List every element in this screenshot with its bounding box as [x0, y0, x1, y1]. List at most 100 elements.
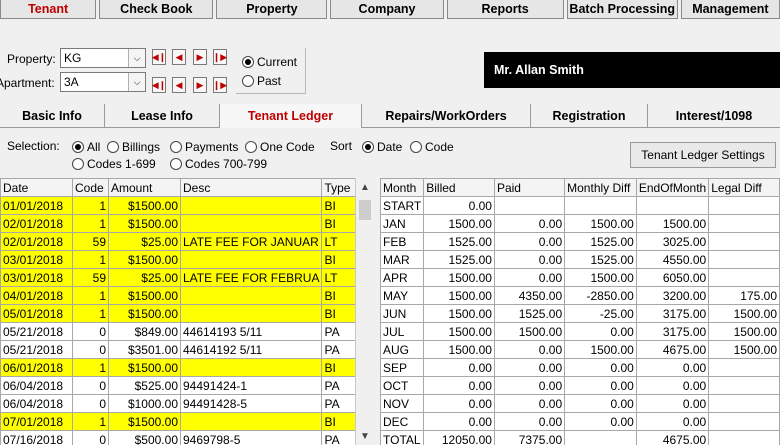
monthly-cell-diff[interactable]: 0.00: [564, 322, 637, 341]
monthly-cell-paid[interactable]: 1500.00: [493, 322, 566, 341]
monthly-cell-legal[interactable]: 175.00: [708, 286, 780, 305]
monthly-cell-paid[interactable]: 0.00: [493, 232, 566, 251]
ledger-row[interactable]: 06/04/2018 0 $1000.00 94491428-5 PA: [0, 394, 361, 413]
first-record-icon[interactable]: ◀❙: [152, 77, 166, 93]
ledger-cell-amount[interactable]: $1500.00: [108, 196, 181, 215]
prev-record-icon[interactable]: ◀: [172, 77, 186, 93]
ledger-cell-code[interactable]: 1: [72, 304, 109, 323]
ledger-cell-code[interactable]: 0: [72, 394, 109, 413]
monthly-cell-billed[interactable]: 1500.00: [423, 340, 495, 359]
ledger-cell-amount[interactable]: $1500.00: [108, 304, 181, 323]
monthly-cell-eom[interactable]: 0.00: [635, 394, 710, 413]
monthly-cell-diff[interactable]: 1500.00: [564, 340, 637, 359]
monthly-cell-paid[interactable]: 0.00: [493, 412, 566, 431]
col-month[interactable]: Month: [379, 178, 425, 197]
ledger-cell-desc[interactable]: LATE FEE FOR FEBRUA: [179, 268, 323, 287]
monthly-cell-eom[interactable]: 4675.00: [635, 430, 710, 445]
monthly-cell-billed[interactable]: 12050.00: [423, 430, 495, 445]
monthly-row[interactable]: DEC 0.00 0.00 0.00 0.00: [379, 412, 780, 431]
monthly-cell-legal[interactable]: [708, 430, 780, 445]
ledger-cell-date[interactable]: 05/21/2018: [0, 322, 73, 341]
monthly-row[interactable]: JAN 1500.00 0.00 1500.00 1500.00: [379, 214, 780, 233]
ledger-cell-date[interactable]: 06/01/2018: [0, 358, 73, 377]
tab-repairs-workorders[interactable]: Repairs/WorkOrders: [362, 104, 531, 128]
monthly-cell-diff[interactable]: [564, 196, 637, 215]
menu-tenant[interactable]: Tenant: [0, 0, 97, 19]
monthly-cell-eom[interactable]: 0.00: [635, 412, 710, 431]
monthly-cell-eom[interactable]: 1500.00: [635, 214, 710, 233]
last-record-icon[interactable]: ❙▶: [213, 77, 227, 93]
ledger-row[interactable]: 04/01/2018 1 $1500.00 BI: [0, 286, 361, 305]
monthly-cell-month[interactable]: AUG: [379, 340, 425, 359]
ledger-cell-desc[interactable]: [179, 412, 323, 431]
ledger-cell-desc[interactable]: 9469798-5: [179, 430, 323, 445]
monthly-cell-month[interactable]: MAR: [379, 250, 425, 269]
monthly-cell-eom[interactable]: 0.00: [635, 358, 710, 377]
prev-record-icon[interactable]: ◀: [172, 49, 186, 65]
monthly-cell-paid[interactable]: 0.00: [493, 376, 566, 395]
monthly-cell-paid[interactable]: 1525.00: [493, 304, 566, 323]
monthly-cell-billed[interactable]: 1525.00: [423, 232, 495, 251]
ledger-cell-date[interactable]: 02/01/2018: [0, 214, 73, 233]
ledger-cell-date[interactable]: 03/01/2018: [0, 250, 73, 269]
monthly-cell-paid[interactable]: 4350.00: [493, 286, 566, 305]
ledger-row[interactable]: 03/01/2018 1 $1500.00 BI: [0, 250, 361, 269]
monthly-cell-month[interactable]: JUL: [379, 322, 425, 341]
monthly-cell-paid[interactable]: 0.00: [493, 340, 566, 359]
ledger-scrollbar[interactable]: ▲ ▼: [355, 178, 374, 445]
sort-code-radio[interactable]: Code: [410, 140, 454, 154]
ledger-cell-amount[interactable]: $1000.00: [108, 394, 181, 413]
monthly-cell-diff[interactable]: -2850.00: [564, 286, 637, 305]
ledger-cell-amount[interactable]: $1500.00: [108, 412, 181, 431]
monthly-row[interactable]: JUN 1500.00 1525.00 -25.00 3175.00 1500.00: [379, 304, 780, 323]
monthly-cell-billed[interactable]: 0.00: [423, 358, 495, 377]
ledger-cell-desc[interactable]: [179, 196, 323, 215]
monthly-row[interactable]: FEB 1525.00 0.00 1525.00 3025.00: [379, 232, 780, 251]
ledger-cell-desc[interactable]: [179, 214, 323, 233]
monthly-cell-eom[interactable]: 4675.00: [635, 340, 710, 359]
last-record-icon[interactable]: ❙▶: [213, 49, 227, 65]
ledger-cell-code[interactable]: 1: [72, 358, 109, 377]
monthly-cell-billed[interactable]: 0.00: [423, 196, 495, 215]
ledger-cell-amount[interactable]: $25.00: [108, 268, 181, 287]
sel-codes-1-699-radio[interactable]: Codes 1-699: [72, 157, 156, 171]
monthly-cell-paid[interactable]: 0.00: [493, 358, 566, 377]
monthly-row[interactable]: NOV 0.00 0.00 0.00 0.00: [379, 394, 780, 413]
monthly-cell-paid[interactable]: [493, 196, 566, 215]
tab-registration[interactable]: Registration: [531, 104, 648, 128]
monthly-cell-month[interactable]: OCT: [379, 376, 425, 395]
ledger-cell-code[interactable]: 0: [72, 322, 109, 341]
ledger-row[interactable]: 06/01/2018 1 $1500.00 BI: [0, 358, 361, 377]
monthly-cell-eom[interactable]: 4550.00: [635, 250, 710, 269]
ledger-cell-amount[interactable]: $3501.00: [108, 340, 181, 359]
ledger-cell-code[interactable]: 0: [72, 376, 109, 395]
monthly-cell-legal[interactable]: 1500.00: [708, 304, 780, 323]
ledger-cell-code[interactable]: 1: [72, 214, 109, 233]
ledger-row[interactable]: 05/21/2018 0 $849.00 44614193 5/11 PA: [0, 322, 361, 341]
sel-all-radio[interactable]: All: [72, 140, 100, 154]
tab-basic-info[interactable]: Basic Info: [0, 104, 105, 128]
monthly-cell-month[interactable]: MAY: [379, 286, 425, 305]
monthly-cell-diff[interactable]: 1525.00: [564, 250, 637, 269]
ledger-row[interactable]: 07/01/2018 1 $1500.00 BI: [0, 412, 361, 431]
monthly-cell-legal[interactable]: [708, 250, 780, 269]
monthly-cell-diff[interactable]: 1500.00: [564, 268, 637, 287]
sel-one-code-radio[interactable]: One Code: [245, 140, 315, 154]
sort-date-radio[interactable]: Date: [362, 140, 402, 154]
monthly-cell-billed[interactable]: 1500.00: [423, 322, 495, 341]
menu-management[interactable]: Management: [680, 0, 780, 19]
ledger-row[interactable]: 02/01/2018 1 $1500.00 BI: [0, 214, 361, 233]
monthly-cell-eom[interactable]: [635, 196, 710, 215]
ledger-cell-date[interactable]: 03/01/2018: [0, 268, 73, 287]
monthly-row[interactable]: APR 1500.00 0.00 1500.00 6050.00: [379, 268, 780, 287]
ledger-cell-code[interactable]: 1: [72, 250, 109, 269]
menu-property[interactable]: Property: [216, 0, 328, 19]
monthly-cell-billed[interactable]: 1525.00: [423, 250, 495, 269]
monthly-row[interactable]: OCT 0.00 0.00 0.00 0.00: [379, 376, 780, 395]
monthly-cell-billed[interactable]: 1500.00: [423, 286, 495, 305]
monthly-cell-billed[interactable]: 1500.00: [423, 304, 495, 323]
ledger-row[interactable]: 01/01/2018 1 $1500.00 BI: [0, 196, 361, 215]
menu-company[interactable]: Company: [330, 0, 444, 19]
ledger-cell-date[interactable]: 01/01/2018: [0, 196, 73, 215]
monthly-cell-month[interactable]: NOV: [379, 394, 425, 413]
